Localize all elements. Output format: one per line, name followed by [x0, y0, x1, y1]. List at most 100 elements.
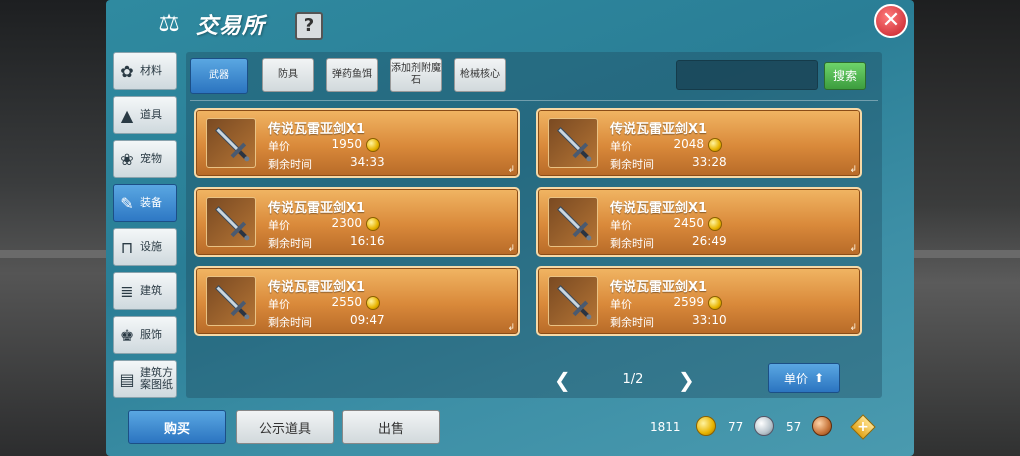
- sell-button[interactable]: 出售: [342, 410, 440, 444]
- time-remaining-value: 34:33: [350, 155, 385, 169]
- sword-icon: [548, 118, 598, 168]
- sidebar-item[interactable]: ✎ 装备: [113, 184, 177, 222]
- corner-arrow-icon: ↲: [507, 165, 515, 175]
- sword-icon: [548, 276, 598, 326]
- sidebar-item[interactable]: ▲ 道具: [113, 96, 177, 134]
- listing-panel: 武器 防具 弹药鱼饵 添加剂附魔石 枪械核心 搜索 传说瓦雷亚剑X1 单价 1950 剩余时间…: [186, 52, 882, 398]
- sidebar-item-label: 设施: [140, 240, 162, 253]
- corner-arrow-icon: ↲: [849, 165, 857, 175]
- sidebar-item-label: 建筑: [140, 284, 162, 297]
- sidebar-item[interactable]: ❀ 宠物: [113, 140, 177, 178]
- chevron-left-icon: ❮: [554, 368, 571, 392]
- tab[interactable]: 防具: [262, 58, 314, 92]
- sidebar-item[interactable]: ⊓ 设施: [113, 228, 177, 266]
- window-title: 交易所: [196, 14, 266, 39]
- sword-icon: [206, 118, 256, 168]
- listing-card[interactable]: 传说瓦雷亚剑X1 单价 1950 剩余时间 34:33 ↲: [194, 108, 520, 178]
- listing-card[interactable]: 传说瓦雷亚剑X1 单价 2550 剩余时间 09:47 ↲: [194, 266, 520, 336]
- tab[interactable]: 添加剂附魔石: [390, 58, 442, 92]
- price-value: 2048: [673, 137, 704, 151]
- building-icon: ≣: [120, 281, 134, 301]
- time-remaining-label: 剩余时间: [268, 316, 312, 329]
- time-remaining-label: 剩余时间: [610, 316, 654, 329]
- time-remaining-value: 26:49: [692, 234, 727, 248]
- price-label: 单价: [268, 140, 290, 153]
- pet-paw-icon: ❀: [120, 149, 134, 169]
- search-button[interactable]: 搜索: [824, 62, 866, 90]
- item-name: 传说瓦雷亚剑X1: [268, 201, 366, 216]
- listing-card[interactable]: 传说瓦雷亚剑X1 单价 2048 剩余时间 33:28 ↲: [536, 108, 862, 178]
- sidebar-item-label: 装备: [140, 196, 162, 209]
- sidebar-item[interactable]: ≣ 建筑: [113, 272, 177, 310]
- price-label: 单价: [610, 298, 632, 311]
- listing-card[interactable]: 传说瓦雷亚剑X1 单价 2450 剩余时间 26:49 ↲: [536, 187, 862, 257]
- price-label: 单价: [610, 140, 632, 153]
- sidebar-item[interactable]: ✿ 材料: [113, 52, 177, 90]
- title-bar: ⚖ 交易所 ? ✕: [106, 0, 914, 46]
- gold-coin-icon: [366, 138, 380, 152]
- item-icon: ▲: [120, 105, 134, 125]
- silver-amount: 77: [728, 420, 744, 434]
- materials-icon: ✿: [120, 61, 134, 81]
- listing-card[interactable]: 传说瓦雷亚剑X1 单价 2300 剩余时间 16:16 ↲: [194, 187, 520, 257]
- copper-coin-icon: [812, 416, 832, 436]
- close-button[interactable]: ✕: [874, 4, 908, 38]
- item-name: 传说瓦雷亚剑X1: [610, 122, 708, 137]
- tab[interactable]: 枪械核心: [454, 58, 506, 92]
- equipment-icon: ✎: [120, 193, 134, 213]
- corner-arrow-icon: ↲: [507, 244, 515, 254]
- sidebar-item[interactable]: ▤ 建筑方案图纸: [113, 360, 177, 398]
- price-value: 2450: [673, 216, 704, 230]
- scale-icon: ⚖: [158, 9, 180, 37]
- time-remaining-value: 16:16: [350, 234, 385, 248]
- next-page-button[interactable]: ❯: [678, 368, 695, 392]
- time-remaining-label: 剩余时间: [610, 237, 654, 250]
- corner-arrow-icon: ↲: [507, 323, 515, 333]
- time-remaining-value: 33:28: [692, 155, 727, 169]
- corner-arrow-icon: ↲: [849, 323, 857, 333]
- sidebar-item-label: 宠物: [140, 152, 162, 165]
- buy-button[interactable]: 购买: [128, 410, 226, 444]
- close-icon: ✕: [881, 8, 901, 33]
- sort-by-price-button[interactable]: 单价 ⬆: [768, 363, 840, 393]
- price-value: 2300: [331, 216, 362, 230]
- time-remaining-label: 剩余时间: [268, 237, 312, 250]
- item-name: 传说瓦雷亚剑X1: [610, 280, 708, 295]
- gold-coin-icon: [708, 217, 722, 231]
- sword-icon: [206, 197, 256, 247]
- time-remaining-value: 09:47: [350, 313, 385, 327]
- sidebar-item-label: 建筑方案图纸: [140, 366, 173, 391]
- sidebar-item[interactable]: ♚ 服饰: [113, 316, 177, 354]
- sidebar-item-label: 材料: [140, 64, 162, 77]
- sword-icon: [206, 276, 256, 326]
- item-name: 传说瓦雷亚剑X1: [610, 201, 708, 216]
- price-label: 单价: [268, 219, 290, 232]
- copper-amount: 57: [786, 420, 802, 434]
- price-value: 2599: [673, 295, 704, 309]
- gold-coin-icon: [366, 217, 380, 231]
- public-items-button[interactable]: 公示道具: [236, 410, 334, 444]
- tab[interactable]: 武器: [190, 58, 248, 94]
- item-name: 传说瓦雷亚剑X1: [268, 122, 366, 137]
- sort-arrow-up-icon: ⬆: [813, 371, 825, 385]
- gold-amount: 1811: [650, 420, 681, 434]
- blueprint-icon: ▤: [119, 369, 135, 389]
- clothing-icon: ♚: [119, 325, 135, 345]
- listing-card[interactable]: 传说瓦雷亚剑X1 单价 2599 剩余时间 33:10 ↲: [536, 266, 862, 336]
- background-left: [0, 0, 110, 456]
- price-value: 2550: [331, 295, 362, 309]
- prev-page-button[interactable]: ❮: [554, 368, 571, 392]
- sort-label: 单价: [783, 371, 808, 386]
- silver-coin-icon: [754, 416, 774, 436]
- price-label: 单价: [610, 219, 632, 232]
- search-input[interactable]: [676, 60, 818, 90]
- gold-coin-icon: [708, 296, 722, 310]
- facility-icon: ⊓: [120, 237, 134, 257]
- tab[interactable]: 弹药鱼饵: [326, 58, 378, 92]
- sidebar-item-label: 服饰: [140, 328, 162, 341]
- page-indicator: 1/2: [622, 372, 644, 387]
- help-button[interactable]: ?: [295, 12, 323, 40]
- add-currency-icon[interactable]: +: [850, 414, 876, 440]
- divider: [190, 100, 878, 101]
- item-name: 传说瓦雷亚剑X1: [268, 280, 366, 295]
